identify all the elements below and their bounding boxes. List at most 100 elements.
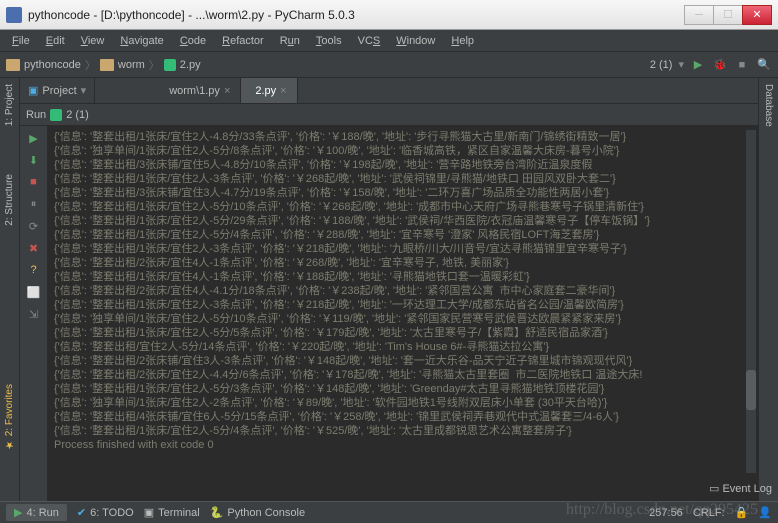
console-line: {'信息': '整套出租/1张床/宜住2人-5分/4条点评', '价格': '￥…: [54, 424, 752, 438]
todo-label: 6: TODO: [90, 507, 134, 519]
run-tool-header: Run 2 (1): [20, 104, 758, 126]
window-titlebar: pythoncode - [D:\pythoncode] - ...\worm\…: [0, 0, 778, 30]
run-header-label: Run: [26, 109, 46, 121]
menu-window[interactable]: Window: [390, 33, 441, 49]
run-tool-window: ▶ ⬇ ■ ⏸ ⟳ ✖ ? ⬜ ⇲ {'信息': '整套出租/1张床/宜住2人-…: [20, 126, 758, 501]
run-toolbar: ▶ ⬇ ■ ⏸ ⟳ ✖ ? ⬜ ⇲: [20, 126, 48, 501]
menu-tools[interactable]: Tools: [310, 33, 348, 49]
minimize-button[interactable]: ─: [684, 5, 714, 25]
terminal-button[interactable]: ▣ Terminal: [144, 506, 200, 519]
run-button[interactable]: ▶: [690, 57, 706, 73]
lock-icon[interactable]: 🔒: [735, 506, 749, 519]
folder-icon: [100, 59, 114, 71]
console-line: {'信息': '整套出租/1张床/宜住2人-5分/10条点评', '价格': '…: [54, 200, 752, 214]
pause-icon[interactable]: ⏸: [26, 196, 42, 212]
close-tab-icon[interactable]: ×: [224, 85, 230, 97]
breadcrumb-folder[interactable]: worm: [118, 59, 145, 71]
navigation-bar: pythoncode 〉 worm 〉 2.py 2 (1) ▾ ▶ 🐞 ■ 🔍: [0, 52, 778, 78]
sidebar-database[interactable]: Database: [761, 80, 776, 131]
menu-run[interactable]: Run: [274, 33, 306, 49]
folder-icon: [6, 59, 20, 71]
console-line: {'信息': '整套出租/3张床铺/宜住3人-4.7分/19条点评', '价格'…: [54, 186, 752, 200]
console-line: Process finished with exit code 0: [54, 438, 752, 452]
chevron-right-icon: 〉: [149, 57, 160, 73]
console-line: {'信息': '独享单间/1张床/宜住2人-5分/10条点评', '价格': '…: [54, 312, 752, 326]
right-tool-gutter: [758, 78, 778, 501]
tab-label: worm\1.py: [169, 85, 220, 97]
console-line: {'信息': '整套出租/2张床铺/宜住3人-3条点评', '价格': '￥14…: [54, 354, 752, 368]
console-line: {'信息': '整套出租/1张床/宜住2人-3条点评', '价格': '￥268…: [54, 172, 752, 186]
close-button[interactable]: ✕: [742, 5, 772, 25]
close-tab-icon[interactable]: ×: [280, 85, 286, 97]
terminal-icon: ▣: [144, 506, 154, 519]
status-bar: ▶ 4: Run ✔ 6: TODO ▣ Terminal 🐍 Python C…: [0, 501, 778, 523]
run-config-selector[interactable]: 2 (1): [650, 59, 673, 71]
console-line: {'信息': '整套出租/4张床铺/宜住6人-5分/15条点评', '价格': …: [54, 410, 752, 424]
restore-icon[interactable]: ⟳: [26, 218, 42, 234]
menu-edit[interactable]: Edit: [40, 33, 71, 49]
menu-file[interactable]: File: [6, 33, 36, 49]
todo-icon: ✔: [77, 506, 86, 519]
python-file-icon: [164, 59, 176, 71]
sidebar-structure[interactable]: 2: Structure: [2, 170, 17, 230]
window-title: pythoncode - [D:\pythoncode] - ...\worm\…: [28, 8, 685, 22]
maximize-button[interactable]: ☐: [713, 5, 743, 25]
run-header-config: 2 (1): [66, 109, 89, 121]
stop-icon[interactable]: ■: [26, 174, 42, 190]
hector-icon[interactable]: 👤: [758, 506, 772, 519]
menu-refactor[interactable]: Refactor: [216, 33, 270, 49]
console-line: {'信息': '整套出租/1张床/宜住2人-3条点评', '价格': '￥218…: [54, 242, 752, 256]
console-line: {'信息': '整套出租/1张床/宜住2人-3条点评', '价格': '￥218…: [54, 298, 752, 312]
down-icon[interactable]: ⬇: [26, 152, 42, 168]
editor-tab-bar: ▣ Project ▾ worm\1.py × 2.py ×: [0, 78, 778, 104]
console-line: {'信息': '整套出租/3张床铺/宜住5人-4.8分/10条点评', '价格'…: [54, 158, 752, 172]
sidebar-favorites[interactable]: ★ 2: Favorites: [2, 380, 17, 454]
help-icon[interactable]: ?: [26, 262, 42, 278]
console-line: {'信息': '整套出租/2张床/宜住4人-4.1分/18条点评', '价格':…: [54, 284, 752, 298]
menu-vcs[interactable]: VCS: [352, 33, 387, 49]
todo-button[interactable]: ✔ 6: TODO: [77, 506, 134, 519]
editor-tab-active[interactable]: 2.py ×: [241, 78, 297, 103]
editor-tab[interactable]: worm\1.py ×: [155, 78, 241, 103]
menu-bar: File Edit View Navigate Code Refactor Ru…: [0, 30, 778, 52]
event-log-button[interactable]: ▭ Event Log: [709, 482, 772, 495]
tab-label: 2.py: [255, 85, 276, 97]
line-separator[interactable]: CRLF:: [693, 507, 725, 519]
pin-icon[interactable]: ⇲: [26, 306, 42, 322]
rerun-icon[interactable]: ▶: [26, 130, 42, 146]
stop-icon[interactable]: ■: [734, 57, 750, 73]
breadcrumb-root[interactable]: pythoncode: [24, 59, 81, 71]
console-line: {'信息': '整套出租/2张床/宜住2人-4.4分/6条点评', '价格': …: [54, 368, 752, 382]
sidebar-project[interactable]: 1: Project: [2, 80, 17, 130]
console-line: {'信息': '整套出租/1张床/宜住2人-5分/4条点评', '价格': '￥…: [54, 228, 752, 242]
close-icon[interactable]: ✖: [26, 240, 42, 256]
menu-code[interactable]: Code: [174, 33, 212, 49]
dropdown-icon[interactable]: ▾: [678, 58, 684, 71]
breadcrumb-file[interactable]: 2.py: [180, 59, 201, 71]
scrollbar-track[interactable]: [746, 130, 756, 473]
menu-help[interactable]: Help: [445, 33, 480, 49]
menu-view[interactable]: View: [75, 33, 111, 49]
debug-button[interactable]: 🐞: [712, 57, 728, 73]
search-icon[interactable]: 🔍: [756, 57, 772, 73]
console-line: {'信息': '独享单间/1张床/宜住2人-2条点评', '价格': '￥89/…: [54, 396, 752, 410]
console-line: {'信息': '整套出租/1张床/宜住2人-5分/3条点评', '价格': '￥…: [54, 382, 752, 396]
run-tab-button[interactable]: ▶ 4: Run: [6, 504, 67, 521]
dropdown-icon: ▾: [81, 84, 87, 97]
settings-icon[interactable]: ⬜: [26, 284, 42, 300]
cursor-position: 257:56: [649, 507, 683, 519]
project-icon: ▣: [28, 84, 38, 97]
python-console-button[interactable]: 🐍 Python Console: [210, 506, 305, 519]
project-label: Project: [42, 85, 76, 97]
menu-navigate[interactable]: Navigate: [114, 33, 169, 49]
scrollbar-thumb[interactable]: [746, 370, 756, 410]
console-line: {'信息': '整套出租/1张床/宜住2人-5分/29条点评', '价格': '…: [54, 214, 752, 228]
app-icon: [6, 7, 22, 23]
python-icon: 🐍: [210, 506, 224, 519]
console-output[interactable]: {'信息': '整套出租/1张床/宜住2人-4.8分/33条点评', '价格':…: [48, 126, 758, 501]
console-line: {'信息': '整套出租/1张床/宜住4人-1条点评', '价格': '￥188…: [54, 270, 752, 284]
console-line: {'信息': '整套出租/1张床/宜住2人-5分/5条点评', '价格': '￥…: [54, 326, 752, 340]
project-tool-button[interactable]: ▣ Project ▾: [20, 78, 95, 103]
chevron-right-icon: 〉: [85, 57, 96, 73]
python-file-icon: [50, 109, 62, 121]
